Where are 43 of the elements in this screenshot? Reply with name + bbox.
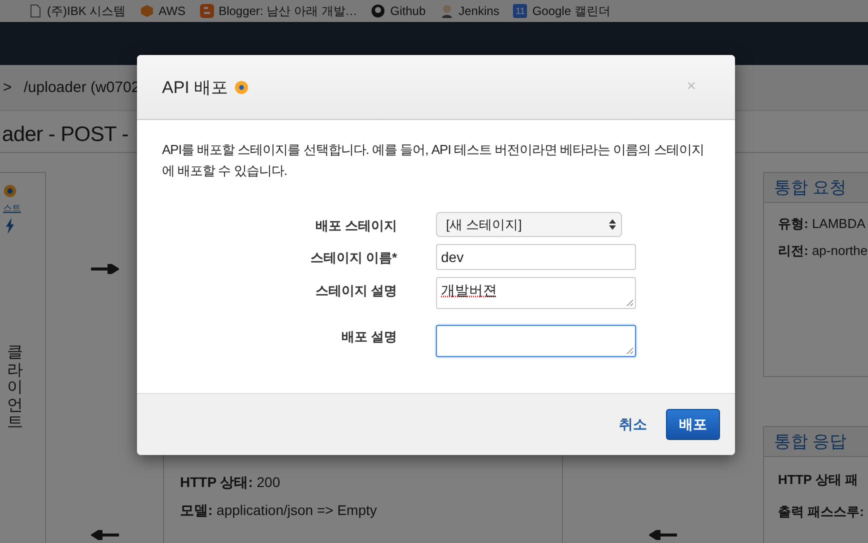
right-arrow-icon [90, 264, 118, 274]
detail-line: HTTP 상태: 200 [180, 474, 282, 492]
lightning-icon [5, 218, 15, 234]
bookmark-link[interactable]: 11 Google 캘린더 [513, 2, 610, 20]
calendar-icon: 11 [513, 4, 528, 18]
left-arrow-icon [90, 530, 118, 540]
test-link[interactable]: 스트 [3, 202, 21, 215]
client-label: 클라이언트 [7, 344, 23, 432]
blogger-icon [200, 4, 214, 18]
info-icon [3, 184, 17, 198]
detail-line: 모델: application/json => Empty [180, 502, 378, 520]
bookmark-link[interactable]: Jenkins [440, 4, 500, 18]
deploy-button[interactable]: 배포 [666, 409, 720, 440]
field-label: 스테이지 설명 [314, 282, 397, 300]
butler-icon [440, 4, 454, 18]
resize-grip-icon [626, 347, 633, 354]
detail-line: HTTP 상태 패 [778, 471, 859, 489]
field-label: 배포 스테이지 [314, 217, 397, 235]
detail-line: 출력 패스스루: [778, 503, 865, 521]
bookmark-link[interactable]: (주)IBK 시스템 [28, 2, 126, 20]
github-icon [371, 4, 386, 18]
stage-select[interactable]: [새 스테이지] [436, 212, 622, 237]
resize-grip-icon [626, 299, 633, 306]
bookmark-link[interactable]: AWS [140, 4, 186, 18]
field-label: 배포 설명 [340, 328, 397, 346]
dialog-title: API 배포 [162, 76, 228, 98]
card-title: 통합 요청 [764, 173, 868, 203]
info-icon [234, 80, 250, 94]
textarea-field[interactable]: 개발버젼 [436, 277, 636, 309]
breadcrumb-separator: > [3, 79, 12, 96]
left-arrow-icon [649, 530, 677, 540]
detail-line: 유형: LAMBDA [778, 215, 866, 233]
bookmark-link[interactable]: Blogger: 남산 아래 개발… [200, 2, 358, 20]
textarea-field[interactable] [436, 325, 636, 357]
input-field[interactable]: dev [436, 244, 636, 270]
cancel-link[interactable]: 취소 [619, 416, 647, 434]
card-title: 통합 응답 [764, 427, 868, 457]
select-arrows-icon [609, 219, 616, 230]
detail-line: 리전: ap-northe [778, 242, 868, 260]
page-icon [28, 4, 42, 18]
bookmark-link[interactable]: Github [371, 4, 426, 18]
field-label: 스테이지 이름* [309, 249, 397, 267]
cube-icon [140, 4, 154, 18]
